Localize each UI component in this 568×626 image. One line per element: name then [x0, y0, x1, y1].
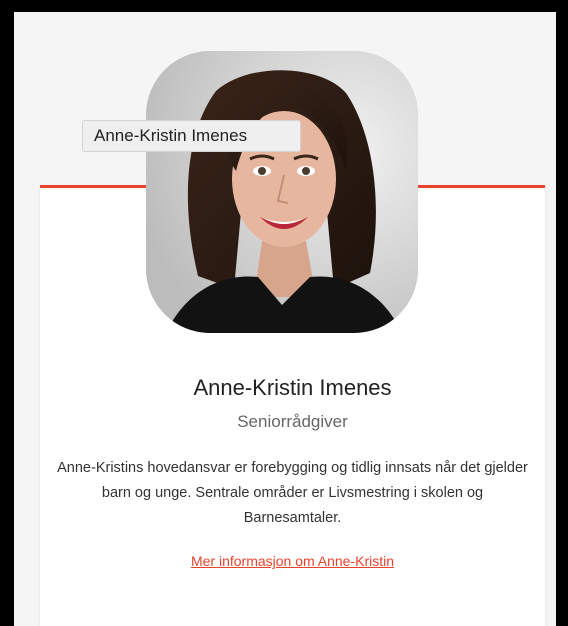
profile-photo	[146, 51, 418, 333]
portrait-illustration	[146, 51, 418, 333]
profile-title: Seniorrådgiver	[237, 412, 348, 431]
profile-text: Anne-Kristin Imenes Seniorrådgiver Anne-…	[40, 373, 545, 571]
profile-bio: Anne-Kristins hovedansvar er forebygging…	[57, 460, 528, 526]
name-tooltip: Anne-Kristin Imenes	[82, 120, 301, 152]
page-frame: Anne-Kristin Imenes Seniorrådgiver Anne-…	[14, 12, 556, 626]
more-info-link[interactable]: Mer informasjon om Anne-Kristin	[191, 553, 394, 569]
profile-name: Anne-Kristin Imenes	[193, 375, 392, 400]
